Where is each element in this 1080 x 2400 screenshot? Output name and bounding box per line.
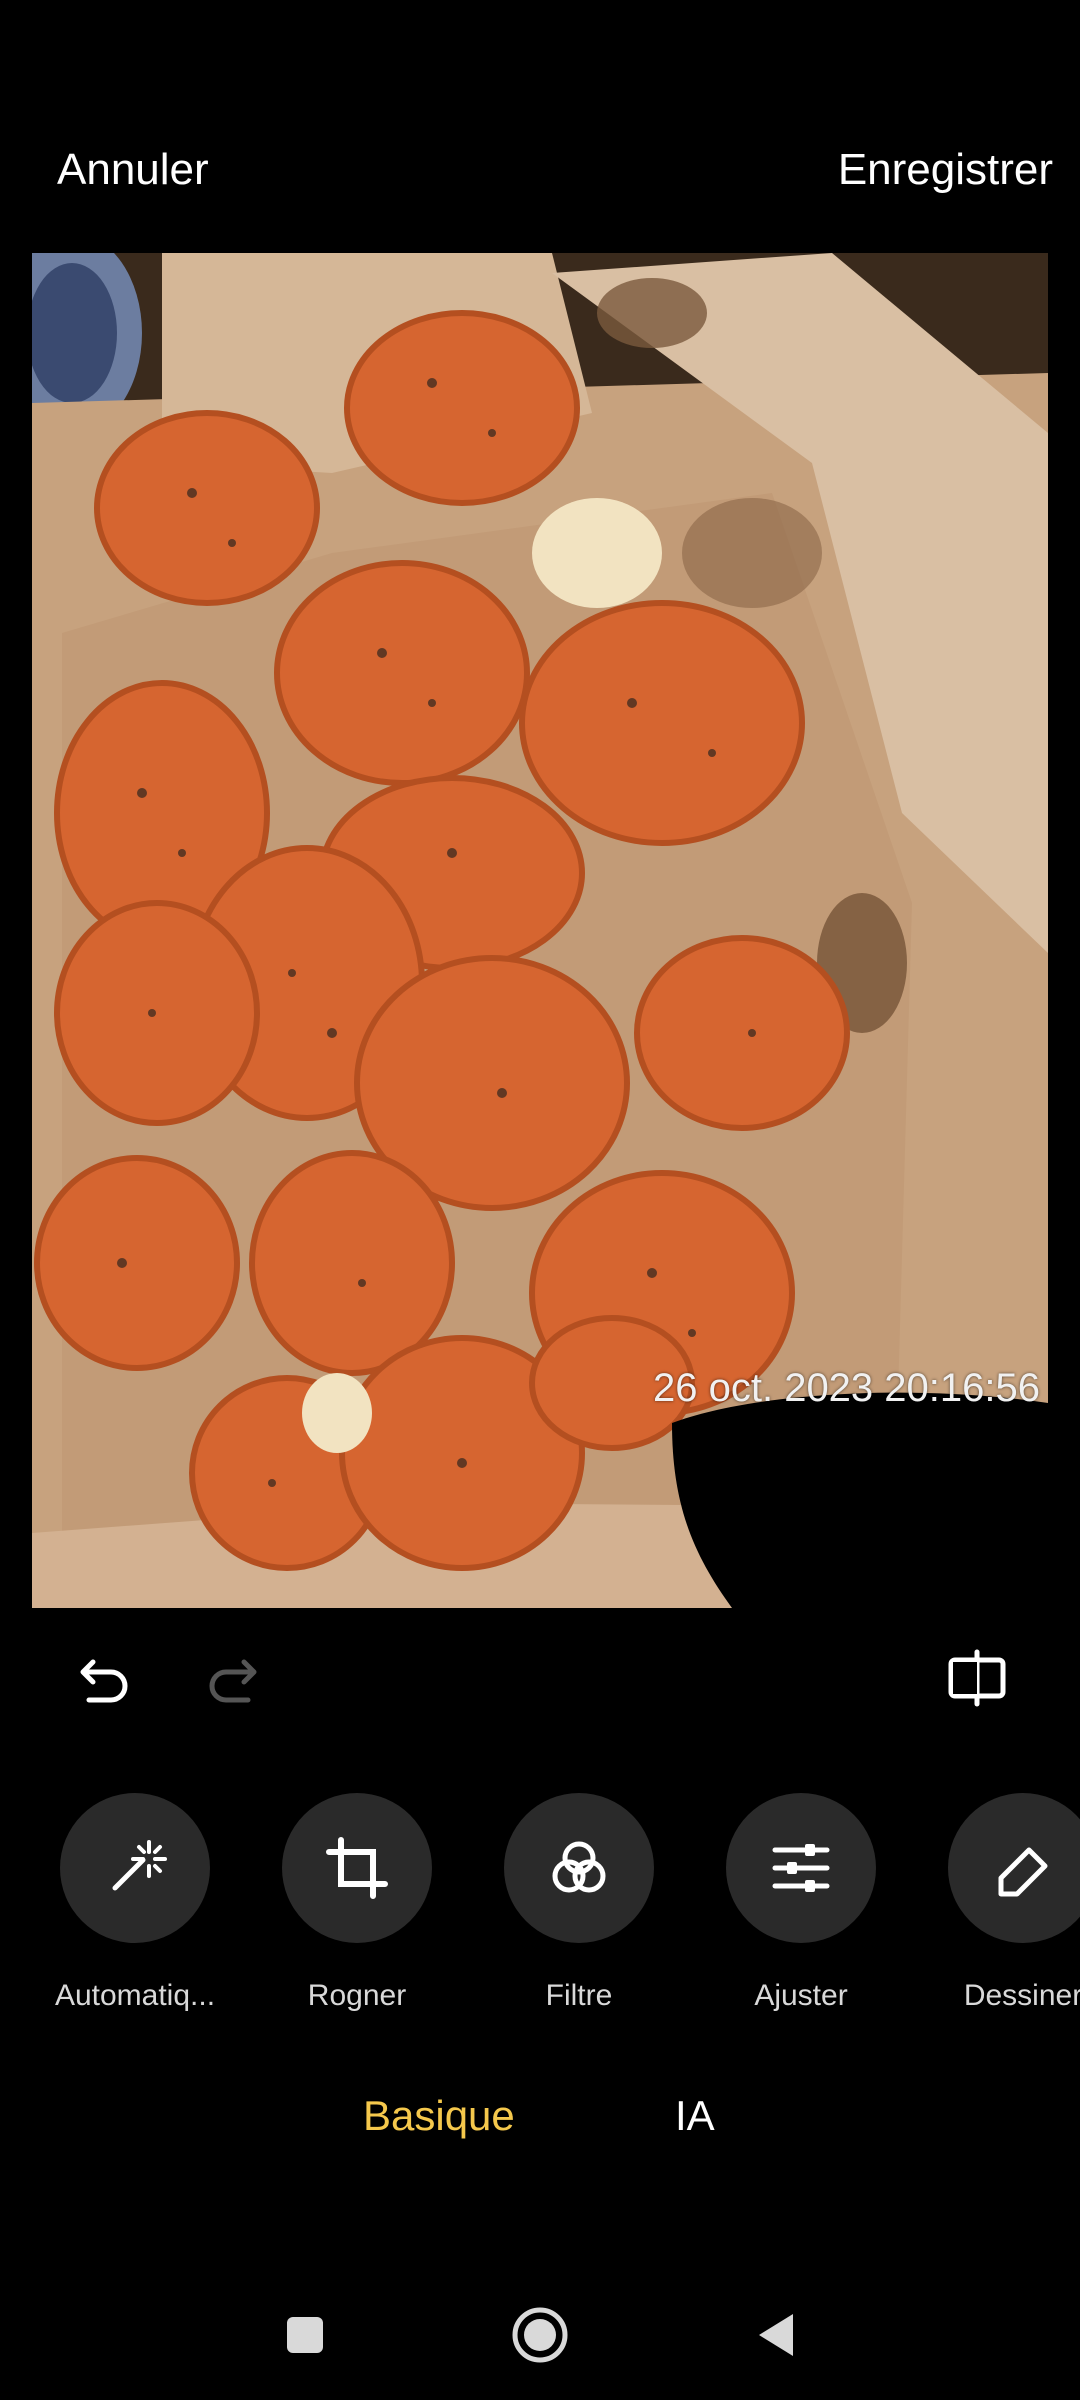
tool-label: Filtre [545, 1979, 613, 2012]
adjust-sliders-icon[interactable] [726, 1793, 876, 1943]
photo-timestamp: 26 oct. 2023 20:16:56 [653, 1366, 1040, 1410]
tool-adjust[interactable]: Ajuster [706, 1793, 896, 2013]
compare-icon[interactable] [937, 1638, 1017, 1718]
tool-label: Dessiner [963, 1979, 1080, 2012]
save-button[interactable]: Enregistrer [838, 145, 1053, 195]
photo-preview[interactable]: 26 oct. 2023 20:16:56 [32, 253, 1048, 1608]
tool-label: Rogner [307, 1979, 407, 2012]
tool-filter[interactable]: Filtre [484, 1793, 674, 2013]
tool-crop[interactable]: Rogner [262, 1793, 452, 2013]
redo-icon[interactable] [192, 1640, 272, 1720]
tool-label: Ajuster [754, 1979, 848, 2012]
square-icon[interactable] [280, 2310, 330, 2360]
mode-tabs: Basique IA [0, 2092, 1080, 2162]
auto-enhance-icon[interactable] [60, 1793, 210, 1943]
tools-row: Automatiq... Rogner Filtre Ajuster Dessi… [0, 1793, 1080, 2023]
undo-icon[interactable] [65, 1640, 145, 1720]
tool-auto[interactable]: Automatiq... [40, 1793, 230, 2013]
top-bar: Annuler Enregistrer [0, 0, 1080, 250]
tab-ai[interactable]: IA [675, 2092, 715, 2140]
triangle-back-icon[interactable] [750, 2308, 800, 2362]
circle-icon[interactable] [510, 2305, 570, 2365]
cancel-button[interactable]: Annuler [57, 145, 209, 195]
filter-icon[interactable] [504, 1793, 654, 1943]
draw-eraser-icon[interactable] [948, 1793, 1080, 1943]
tool-label: Automatiq... [54, 1979, 216, 2012]
crop-icon[interactable] [282, 1793, 432, 1943]
tab-basic[interactable]: Basique [363, 2092, 515, 2140]
tool-draw[interactable]: Dessiner [928, 1793, 1080, 2013]
system-nav-bar [0, 2290, 1080, 2380]
